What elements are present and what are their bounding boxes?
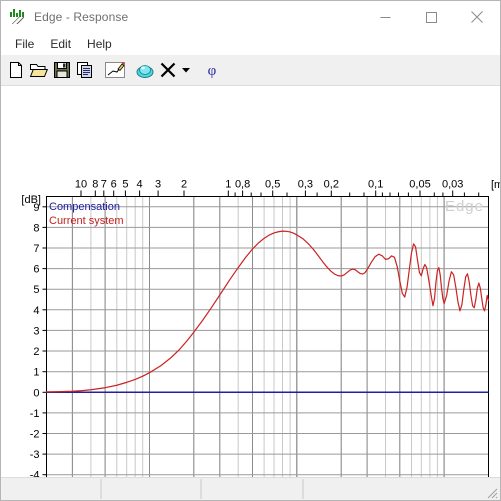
plot-background [46, 196, 489, 477]
status-pane-1 [1, 479, 101, 499]
edge-watermark: Edge [445, 198, 484, 215]
frequency-response-chart[interactable]: 10876543210,80,50,30,20,10,050,03 304050… [1, 86, 500, 477]
window-controls [362, 1, 500, 33]
legend-label-compensation: Compensation [49, 201, 120, 213]
save-file-button[interactable] [50, 59, 73, 82]
y-axis-decibels: 9876543210-1-2-3-4-5-6 [30, 202, 47, 477]
svg-text:-3: -3 [30, 449, 40, 461]
svg-text:1: 1 [225, 179, 231, 191]
svg-text:0,2: 0,2 [324, 179, 339, 191]
svg-text:0,5: 0,5 [265, 179, 280, 191]
svg-text:5: 5 [33, 284, 39, 296]
svg-text:4: 4 [33, 305, 39, 317]
blue-dome-driver-icon [136, 65, 153, 78]
svg-text:3: 3 [155, 179, 161, 191]
svg-text:4: 4 [137, 179, 143, 191]
edge-app-icon [10, 9, 26, 25]
phi-phase-icon: φ [207, 63, 216, 79]
svg-text:3: 3 [33, 325, 39, 337]
svg-text:6: 6 [111, 179, 117, 191]
svg-text:6: 6 [33, 264, 39, 276]
menu-bar: File Edit Help [1, 33, 500, 55]
maximize-button[interactable] [408, 1, 454, 33]
svg-text:7: 7 [33, 243, 39, 255]
svg-text:8: 8 [33, 222, 39, 234]
svg-text:0: 0 [33, 387, 39, 399]
pencil-chart-icon [104, 62, 125, 78]
svg-text:2: 2 [181, 179, 187, 191]
svg-text:-2: -2 [30, 429, 40, 441]
status-pane-2 [101, 479, 201, 499]
copy-button[interactable] [73, 59, 96, 82]
top-axis-meters: 10 8 7 6 5 4 3 2 1 0,8 0,5 0,3 0,2 0,1 0,05 0,03 [75, 179, 480, 197]
edge-response-window: Edge - Response File Edit Help φ 10 8 7 … [0, 0, 501, 501]
svg-text:0,03: 0,03 [442, 179, 463, 191]
status-pane-4 [303, 479, 500, 499]
svg-text:φ: φ [207, 63, 216, 79]
delete-dropdown-button[interactable] [179, 59, 193, 82]
resize-grip-icon[interactable] [484, 485, 498, 499]
svg-text:0,05: 0,05 [409, 179, 430, 191]
svg-text:5: 5 [122, 179, 128, 191]
top-axis-unit-label: [m] [491, 179, 500, 191]
y-axis-unit-label: [dB] [21, 194, 41, 206]
window-title: Edge - Response [34, 10, 129, 24]
svg-text:-4: -4 [30, 470, 40, 477]
menu-item-help[interactable]: Help [79, 35, 120, 53]
open-file-button[interactable] [27, 59, 50, 82]
svg-text:10: 10 [75, 179, 87, 191]
svg-text:2: 2 [33, 346, 39, 358]
toolbar: φ [1, 55, 500, 86]
phase-button[interactable]: φ [200, 59, 223, 82]
delete-button[interactable] [156, 59, 179, 82]
legend-label-current-system: Current system [49, 215, 124, 227]
title-bar: Edge - Response [1, 1, 500, 33]
menu-item-file[interactable]: File [7, 35, 42, 53]
edit-curve-button[interactable] [103, 59, 126, 82]
floppy-disk-save-icon [53, 62, 70, 78]
svg-text:0,1: 0,1 [368, 179, 383, 191]
svg-text:0,8: 0,8 [235, 179, 250, 191]
open-folder-icon [29, 64, 48, 77]
svg-text:8: 8 [92, 179, 98, 191]
x-cross-icon [160, 62, 175, 78]
toolbar-separator-2 [126, 59, 133, 82]
new-document-icon [9, 62, 22, 78]
chart-client-area: 10876543210,80,50,30,20,10,050,03 304050… [1, 86, 500, 477]
menu-item-edit[interactable]: Edit [42, 35, 79, 53]
new-file-button[interactable] [4, 59, 27, 82]
svg-text:1: 1 [33, 367, 39, 379]
status-pane-3 [201, 479, 303, 499]
svg-text:0,3: 0,3 [298, 179, 313, 191]
toolbar-separator-3 [193, 59, 200, 82]
svg-text:7: 7 [101, 179, 107, 191]
copy-pages-icon [76, 62, 92, 78]
chevron-down-icon [182, 68, 190, 73]
driver-button[interactable] [133, 59, 156, 82]
minimize-button[interactable] [362, 1, 408, 33]
toolbar-separator-1 [96, 59, 103, 82]
close-button[interactable] [454, 1, 500, 33]
svg-text:-1: -1 [30, 408, 40, 420]
status-bar [1, 477, 500, 500]
